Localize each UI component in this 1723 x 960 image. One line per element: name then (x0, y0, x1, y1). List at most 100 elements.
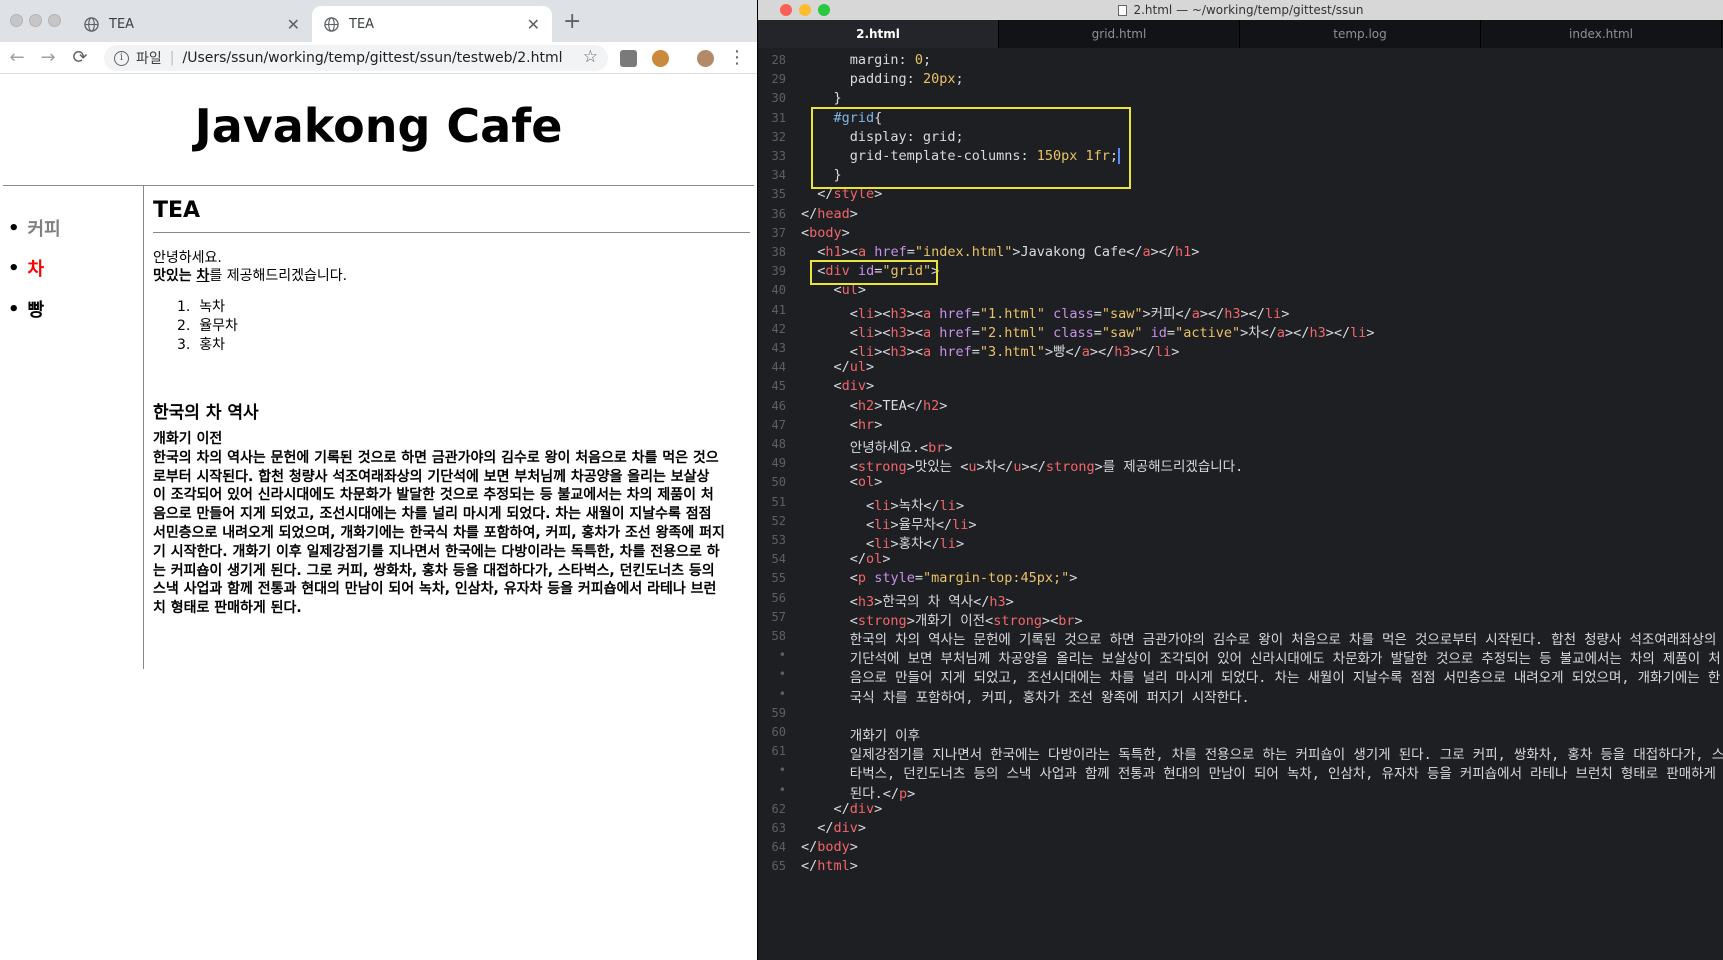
code-token: hr (857, 416, 875, 433)
bookmark-star-icon[interactable]: ☆ (583, 47, 598, 67)
editor-tab-index-html[interactable]: index.html (1481, 20, 1722, 48)
code-line[interactable]: </head> (801, 206, 858, 222)
minimize-window-button[interactable] (799, 4, 811, 16)
code-line[interactable]: </div> (801, 820, 866, 836)
code-token: < (833, 378, 842, 395)
code-line[interactable]: <li><h3><a href="2.html" class="saw" id=… (801, 321, 1375, 341)
code-token: li (952, 516, 969, 533)
line-number: 58 (771, 629, 786, 643)
code-line[interactable]: 된다.</p> (801, 782, 916, 802)
serve-prefix: 맛있는 (153, 268, 192, 284)
close-window-button[interactable] (780, 4, 792, 16)
line-number: 36 (771, 206, 786, 221)
close-window-button[interactable] (10, 14, 23, 27)
file-icon (1118, 4, 1128, 16)
code-line[interactable]: 일제강점기를 지나면서 한국에는 다방이라는 독특한, 차를 전용으로 하는 커… (801, 743, 1723, 763)
code-token: href (874, 244, 907, 260)
code-line[interactable]: </ul> (801, 359, 875, 375)
code-line[interactable]: <li><h3><a href="3.html">빵</a></h3></li> (801, 340, 1180, 360)
code-token: </ (801, 839, 818, 856)
editor-window-title: 2.html — ~/working/temp/gittest/ssun (1133, 3, 1364, 17)
zoom-window-button[interactable] (48, 14, 61, 27)
info-icon[interactable]: i (114, 50, 129, 66)
code-line[interactable]: 타벅스, 던킨도너츠 등의 스낵 사업과 함께 전통과 현대의 만남이 되어 녹… (801, 762, 1716, 782)
browser-tab-1[interactable]: TEA ✕ (72, 6, 312, 42)
code-line[interactable]: <li>홍차</li> (801, 532, 964, 552)
address-bar[interactable]: i 파일 | /Users/ssun/working/temp/gittest/… (104, 45, 608, 71)
code-line[interactable]: <ol> (801, 474, 883, 490)
code-token: h3 (857, 593, 875, 610)
code-line[interactable]: } (801, 90, 842, 106)
code-line[interactable]: <strong>맛있는 <u>차</u></strong>를 제공해드리겠습니다… (801, 455, 1243, 475)
code-line[interactable]: <p style="margin-top:45px;"> (801, 570, 1078, 586)
code-line[interactable]: <hr> (801, 416, 883, 433)
code-token: 안녕하세요.< (849, 440, 929, 456)
code-line[interactable]: <h1><a href="index.html">Javakong Cafe</… (801, 244, 1199, 260)
code-token: h3 (1309, 324, 1326, 341)
code-token: h2 (857, 397, 875, 414)
code-line[interactable]: </ol> (801, 551, 891, 567)
code-line[interactable]: </body> (801, 839, 858, 855)
forward-arrow-icon[interactable]: → (37, 47, 59, 68)
editor-tab-temp-log[interactable]: temp.log (1240, 20, 1481, 48)
code-token: </ (817, 820, 834, 836)
code-line[interactable]: <li><h3><a href="1.html" class="saw">커피<… (801, 302, 1290, 322)
browser-tab-2[interactable]: TEA ✕ (312, 6, 552, 42)
globe-icon (84, 16, 99, 32)
nav-link-bread[interactable]: 빵 (28, 296, 45, 322)
editor-tab-2-html[interactable]: 2.html (758, 20, 999, 48)
code-line[interactable]: 한국의 차의 역사는 문헌에 기록된 것으로 하면 금관가야의 김수로 왕이 처… (801, 628, 1717, 648)
code-token: ></ (1150, 244, 1175, 260)
bullet: • (8, 298, 20, 320)
code-line[interactable]: 안녕하세요.<br> (801, 436, 953, 456)
code-line[interactable]: margin: 0; (801, 52, 931, 68)
code-token: 0 (914, 52, 923, 68)
code-line[interactable]: <div> (801, 378, 875, 395)
menu-icon[interactable]: ⋮ (726, 47, 748, 68)
code-line[interactable]: <li>녹차</li> (801, 494, 964, 514)
code-token: < (849, 397, 858, 414)
back-arrow-icon[interactable]: ← (6, 47, 28, 68)
nav-link-coffee[interactable]: 커피 (28, 215, 61, 241)
code-line[interactable]: <body> (801, 225, 850, 241)
site-title[interactable]: Javakong Cafe (0, 99, 757, 153)
code-line[interactable]: <h2>TEA</h2> (801, 397, 948, 414)
new-tab-button[interactable]: + (563, 9, 581, 34)
profile-avatar[interactable] (697, 50, 714, 67)
code-line[interactable]: </html> (801, 858, 858, 874)
code-line[interactable]: <li>율무차</li> (801, 513, 976, 533)
code-line[interactable]: </div> (801, 801, 883, 817)
code-token: > (849, 839, 858, 856)
url-text[interactable]: /Users/ssun/working/temp/gittest/ssun/te… (182, 50, 562, 66)
nav-link-tea[interactable]: 차 (28, 255, 45, 281)
code-token: > (849, 205, 858, 222)
code-line[interactable]: 국식 차를 포함하여, 커피, 홍차가 조선 왕족에 퍼지기 시작한다. (801, 686, 1250, 706)
editor-tab-grid-html[interactable]: grid.html (999, 20, 1240, 48)
code-line[interactable]: <h3>한국의 차 역사</h3> (801, 590, 1014, 610)
code-line[interactable]: 개화기 이후 (801, 724, 920, 744)
zoom-window-button[interactable] (818, 4, 830, 16)
code-line[interactable]: 기단석에 보면 부처님께 차공양을 올리는 보살상이 조각되어 있어 신라시대에… (801, 647, 1721, 667)
reload-icon[interactable]: ⟳ (69, 47, 91, 68)
tab-close-icon[interactable]: ✕ (527, 15, 540, 34)
code-token: < (849, 344, 858, 360)
code-line[interactable]: padding: 20px; (801, 71, 964, 87)
cookie-extension-icon[interactable] (652, 50, 669, 67)
code-line[interactable]: 음으로 만들어 지게 되었고, 조선시대에는 차를 널리 마시게 되었다. 차는… (801, 666, 1721, 686)
minimize-window-button[interactable] (29, 14, 42, 27)
code-token: li (1350, 324, 1367, 341)
code-token: > (1191, 244, 1200, 260)
code-area[interactable]: 28 margin: 0; 29 padding: 20px; 30 } 31 #gr… (758, 52, 1723, 960)
code-token: li (1154, 344, 1172, 360)
extension-icon[interactable] (620, 50, 637, 67)
code-token: id (1150, 324, 1167, 341)
code-token: } (833, 90, 842, 107)
tab-close-icon[interactable]: ✕ (287, 15, 300, 34)
code-token: < (849, 459, 858, 476)
code-token: > (955, 497, 965, 514)
code-line[interactable]: <strong>개화기 이전<strong><br> (801, 609, 1083, 629)
